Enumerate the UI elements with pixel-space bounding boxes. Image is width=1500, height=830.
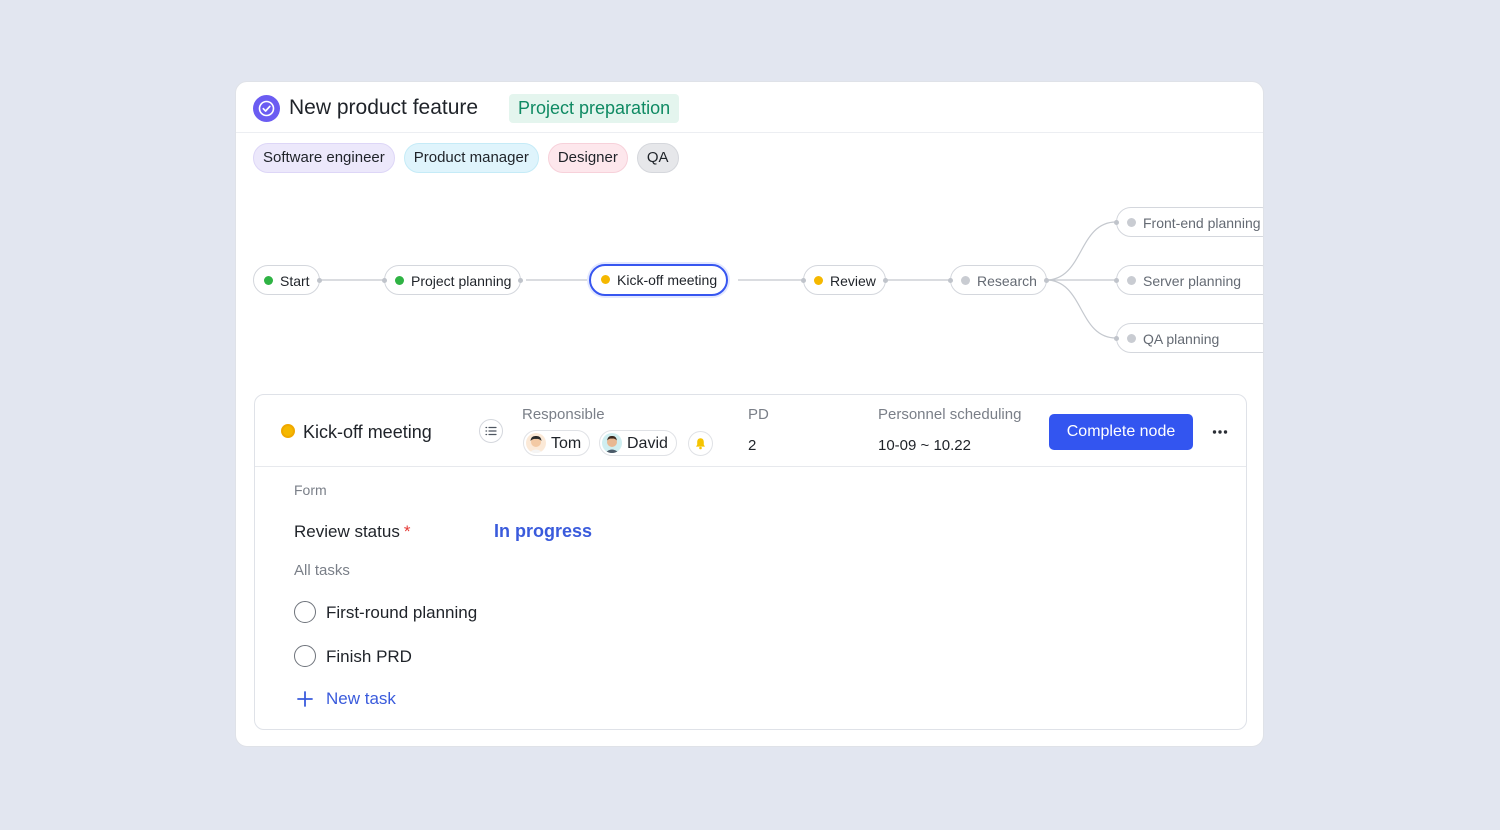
form-section-label: Form: [294, 482, 327, 498]
node-detail-panel: Kick-off meeting Responsible Tom David P…: [254, 394, 1247, 730]
role-tag-qa[interactable]: QA: [636, 143, 679, 173]
status-dot: [264, 276, 273, 285]
pd-value: 2: [748, 437, 757, 454]
flow-node-label: Start: [280, 273, 310, 289]
plus-icon: [297, 691, 313, 707]
person-chip-tom[interactable]: Tom: [523, 430, 591, 456]
stage-tag[interactable]: Project preparation: [509, 94, 680, 123]
status-dot: [395, 276, 404, 285]
connector-research-frontend: [1045, 221, 1117, 281]
connector-port: [316, 278, 322, 283]
connector-port: [1043, 278, 1049, 283]
flow-node-label: QA planning: [1143, 331, 1220, 347]
status-dot: [1127, 218, 1136, 227]
new-task-label: New task: [326, 689, 396, 708]
project-card: New product feature Project preparation …: [235, 81, 1264, 747]
flow-node-server-planning[interactable]: Server planning: [1114, 265, 1263, 295]
list-icon[interactable]: [479, 419, 503, 443]
scheduling-label: Personnel scheduling: [878, 406, 1022, 423]
connector-port: [1114, 278, 1119, 283]
review-status-label: Review status *: [294, 522, 410, 542]
node-detail-header: Kick-off meeting Responsible Tom David P…: [255, 395, 1246, 467]
connector-port: [382, 278, 387, 283]
review-status-text: Review status: [294, 522, 400, 541]
connector-port: [518, 278, 524, 283]
role-tags: Software engineer Product manager Design…: [253, 143, 679, 173]
status-dot: [961, 276, 970, 285]
complete-node-button[interactable]: Complete node: [1049, 414, 1193, 450]
flow-node-kickoff-meeting[interactable]: Kick-off meeting: [589, 264, 729, 296]
connector-port: [801, 278, 806, 283]
flow-node-research[interactable]: Research: [948, 265, 1049, 295]
responsible-label: Responsible: [522, 406, 605, 423]
node-title: Kick-off meeting: [303, 422, 432, 442]
tasks-section-label: All tasks: [294, 562, 350, 579]
flow-node-label: Server planning: [1143, 273, 1242, 289]
person-name: David: [627, 435, 668, 452]
status-dot: [281, 424, 295, 438]
person-chip-david[interactable]: David: [599, 430, 677, 456]
role-tag-software-engineer[interactable]: Software engineer: [253, 143, 395, 173]
flow-node-label: Project planning: [411, 273, 512, 289]
flow-node-qa-planning[interactable]: QA planning: [1114, 323, 1263, 353]
check-circle-icon: [253, 95, 280, 122]
connector-port: [1114, 220, 1119, 225]
task-checkbox[interactable]: [294, 645, 316, 667]
status-dot: [814, 276, 823, 285]
task-text[interactable]: First-round planning: [326, 603, 477, 623]
flow-node-project-planning[interactable]: Project planning: [382, 265, 524, 295]
flow-node-label: Research: [977, 273, 1037, 289]
status-dot: [601, 275, 610, 284]
flow-node-label: Kick-off meeting: [617, 272, 718, 288]
flow-node-start[interactable]: Start: [253, 265, 322, 295]
header: New product feature Project preparation: [236, 82, 1263, 133]
avatar: [602, 433, 622, 453]
flow-node-label: Front-end planning: [1143, 215, 1261, 231]
flow-node-frontend-planning[interactable]: Front-end planning: [1114, 207, 1263, 237]
pd-label: PD: [748, 406, 769, 423]
connector-port: [948, 278, 953, 283]
role-tag-product-manager[interactable]: Product manager: [403, 143, 539, 173]
flow-node-label: Review: [830, 273, 876, 289]
flow-node-review[interactable]: Review: [801, 265, 888, 295]
review-status-value[interactable]: In progress: [494, 521, 592, 542]
status-dot: [1127, 334, 1136, 343]
required-mark: *: [403, 522, 411, 541]
role-tag-designer[interactable]: Designer: [547, 143, 628, 173]
task-text[interactable]: Finish PRD: [326, 647, 412, 667]
connector-port: [1114, 336, 1119, 341]
connector-research-qa: [1045, 279, 1117, 339]
page-title: New product feature: [289, 96, 479, 119]
avatar: [526, 433, 546, 453]
more-icon[interactable]: [1210, 422, 1230, 442]
connector-port: [882, 278, 888, 283]
person-name: Tom: [551, 435, 582, 452]
task-checkbox[interactable]: [294, 601, 316, 623]
bell-icon[interactable]: [688, 431, 713, 456]
scheduling-value: 10-09 ~ 10.22: [878, 437, 971, 454]
status-dot: [1127, 276, 1136, 285]
